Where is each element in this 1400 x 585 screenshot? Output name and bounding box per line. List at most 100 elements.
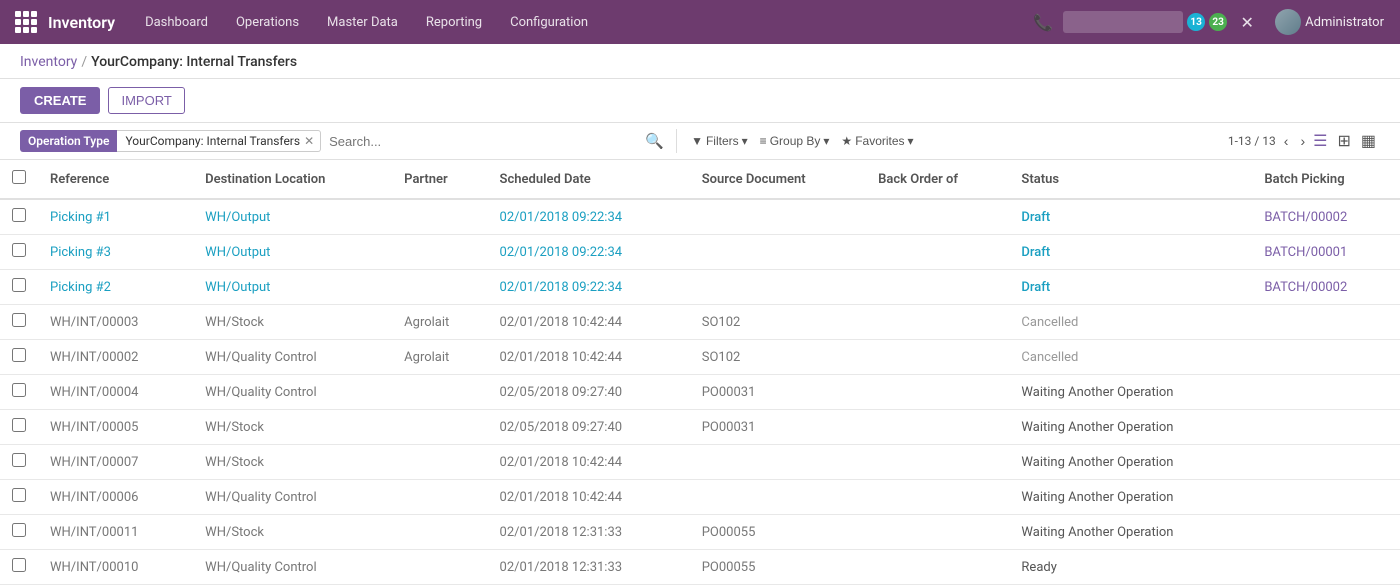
cell-reference: WH/INT/00006 [38, 480, 193, 515]
batch-picking-link[interactable]: BATCH/00002 [1264, 280, 1347, 295]
cell-status: Draft [1009, 270, 1252, 305]
row-checkbox[interactable] [12, 488, 26, 502]
import-button[interactable]: IMPORT [108, 87, 184, 114]
cell-batch-picking [1252, 445, 1400, 480]
row-checkbox[interactable] [12, 313, 26, 327]
reference-text[interactable]: WH/INT/00003 [50, 315, 138, 330]
cell-partner [392, 270, 487, 305]
col-scheduled-date: Scheduled Date [488, 160, 690, 199]
cell-backorder [866, 515, 1009, 550]
search-icon[interactable]: 🔍 [645, 132, 664, 150]
col-batch-picking: Batch Picking [1252, 160, 1400, 199]
destination-link[interactable]: WH/Output [205, 280, 270, 295]
search-input[interactable] [321, 130, 645, 153]
row-checkbox[interactable] [12, 348, 26, 362]
row-checkbox-cell [0, 445, 38, 480]
table-row: Picking #3 WH/Output 02/01/2018 09:22:34… [0, 235, 1400, 270]
calendar-view-button[interactable]: ▦ [1357, 129, 1380, 153]
cell-scheduled-date: 02/05/2018 09:27:40 [488, 375, 690, 410]
operation-type-close-icon[interactable]: ✕ [304, 135, 314, 147]
source-doc-text: PO00055 [702, 525, 756, 540]
cell-scheduled-date: 02/01/2018 12:31:33 [488, 550, 690, 585]
top-navigation: Inventory Dashboard Operations Master Da… [0, 0, 1400, 44]
create-button[interactable]: CREATE [20, 87, 100, 114]
cell-backorder [866, 550, 1009, 585]
cell-backorder [866, 270, 1009, 305]
row-checkbox[interactable] [12, 523, 26, 537]
filters-button[interactable]: ▼ Filters ▾ [685, 130, 754, 152]
reference-text[interactable]: WH/INT/00007 [50, 455, 138, 470]
cell-source-document [690, 199, 866, 235]
reference-text[interactable]: WH/INT/00005 [50, 420, 138, 435]
row-checkbox[interactable] [12, 243, 26, 257]
cell-scheduled-date: 02/05/2018 09:27:40 [488, 410, 690, 445]
reference-link[interactable]: Picking #3 [50, 245, 111, 260]
phone-icon[interactable]: 📞 [1027, 6, 1059, 38]
destination-link[interactable]: WH/Output [205, 245, 270, 260]
batch-picking-link[interactable]: BATCH/00001 [1264, 245, 1347, 260]
pagination: 1-13 / 13 ‹ › [1228, 131, 1309, 151]
row-checkbox[interactable] [12, 558, 26, 572]
nav-search-bar[interactable] [1063, 11, 1183, 33]
scheduled-date-link[interactable]: 02/01/2018 09:22:34 [500, 280, 623, 295]
reference-link[interactable]: Picking #1 [50, 210, 111, 225]
status-badge: Cancelled [1021, 315, 1078, 330]
nav-reporting[interactable]: Reporting [412, 0, 496, 44]
select-all-checkbox[interactable] [12, 170, 26, 184]
reference-text[interactable]: WH/INT/00002 [50, 350, 138, 365]
cell-scheduled-date: 02/01/2018 10:42:44 [488, 480, 690, 515]
cell-backorder [866, 445, 1009, 480]
row-checkbox[interactable] [12, 278, 26, 292]
row-checkbox[interactable] [12, 453, 26, 467]
table-row: WH/INT/00006 WH/Quality Control 02/01/20… [0, 480, 1400, 515]
status-badge: Waiting Another Operation [1021, 490, 1173, 505]
user-avatar[interactable]: Administrator [1267, 9, 1392, 35]
status-badge: Waiting Another Operation [1021, 455, 1173, 470]
col-source-document: Source Document [690, 160, 866, 199]
scheduled-date-link[interactable]: 02/01/2018 09:22:34 [500, 245, 623, 260]
notification-badge-blue[interactable]: 13 [1187, 13, 1205, 31]
reference-link[interactable]: Picking #2 [50, 280, 111, 295]
destination-link[interactable]: WH/Output [205, 210, 270, 225]
source-doc-text: SO102 [702, 350, 741, 365]
breadcrumb-parent[interactable]: Inventory [20, 54, 77, 70]
nav-master-data[interactable]: Master Data [313, 0, 412, 44]
batch-picking-link[interactable]: BATCH/00002 [1264, 210, 1347, 225]
reference-text[interactable]: WH/INT/00006 [50, 490, 138, 505]
cell-reference: Picking #1 [38, 199, 193, 235]
row-checkbox-cell [0, 515, 38, 550]
cell-scheduled-date: 02/01/2018 10:42:44 [488, 340, 690, 375]
row-checkbox[interactable] [12, 383, 26, 397]
nav-configuration[interactable]: Configuration [496, 0, 602, 44]
row-checkbox[interactable] [12, 418, 26, 432]
scheduled-date-link[interactable]: 02/01/2018 09:22:34 [500, 210, 623, 225]
table-header: Reference Destination Location Partner S… [0, 160, 1400, 199]
reference-text[interactable]: WH/INT/00010 [50, 560, 138, 575]
cell-batch-picking [1252, 550, 1400, 585]
reference-text[interactable]: WH/INT/00011 [50, 525, 138, 540]
list-view-button[interactable]: ☰ [1309, 129, 1331, 153]
select-all-header [0, 160, 38, 199]
cell-source-document: PO00031 [690, 410, 866, 445]
close-icon[interactable]: ✕ [1231, 6, 1263, 38]
kanban-view-button[interactable]: ⊞ [1333, 129, 1354, 153]
group-by-button[interactable]: ≡ Group By ▾ [754, 130, 836, 152]
row-checkbox[interactable] [12, 208, 26, 222]
nav-menu: Dashboard Operations Master Data Reporti… [131, 0, 1027, 44]
prev-page-button[interactable]: ‹ [1280, 131, 1293, 151]
reference-text[interactable]: WH/INT/00004 [50, 385, 138, 400]
favorites-button[interactable]: ★ Favorites ▾ [835, 130, 919, 152]
next-page-button[interactable]: › [1296, 131, 1309, 151]
notification-badge-green[interactable]: 23 [1209, 13, 1227, 31]
cell-partner [392, 445, 487, 480]
cell-backorder [866, 480, 1009, 515]
table-row: WH/INT/00011 WH/Stock 02/01/2018 12:31:3… [0, 515, 1400, 550]
cell-scheduled-date: 02/01/2018 09:22:34 [488, 235, 690, 270]
cell-source-document: PO00055 [690, 515, 866, 550]
cell-batch-picking: BATCH/00002 [1252, 270, 1400, 305]
nav-dashboard[interactable]: Dashboard [131, 0, 222, 44]
nav-operations[interactable]: Operations [222, 0, 313, 44]
app-brand[interactable]: Inventory [48, 13, 115, 32]
cell-status: Ready [1009, 550, 1252, 585]
grid-menu-icon[interactable] [8, 0, 44, 44]
